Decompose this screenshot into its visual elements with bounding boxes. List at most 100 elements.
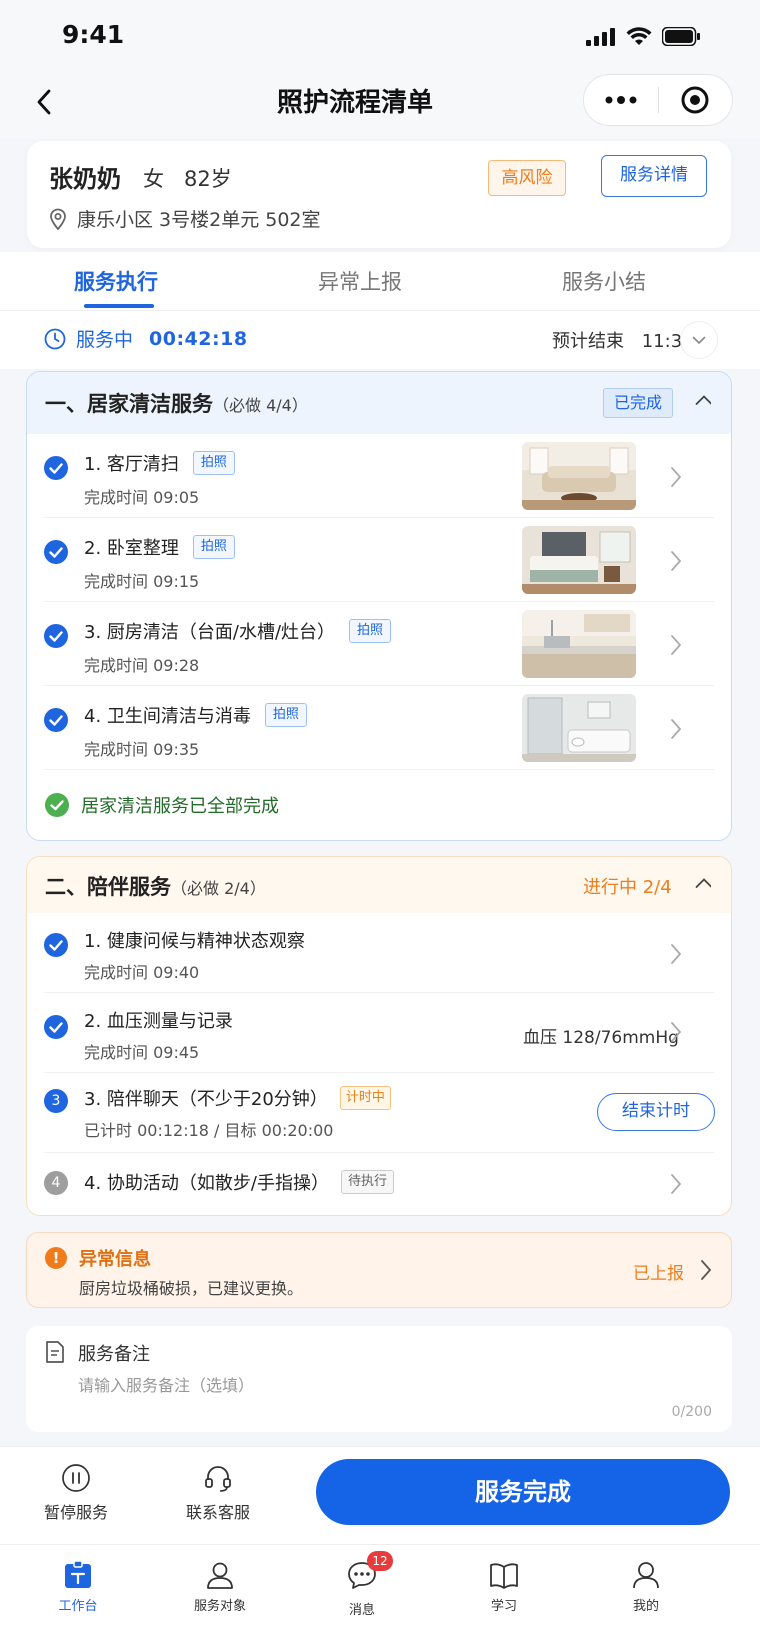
task-item-active: 3 3. 陪伴聊天（不少于20分钟） 计时中 已计时 00:12:18 / 目标… — [27, 1073, 731, 1153]
section-header[interactable]: 一、居家清洁服务（必做 4/4） 已完成 — [27, 372, 731, 434]
profile-icon — [633, 1562, 659, 1589]
photo-tag: 拍照 — [264, 703, 307, 727]
patient-info: 女 82岁 — [143, 167, 232, 191]
task-item[interactable]: 2. 卧室整理 拍照 完成时间 09:15 — [27, 518, 731, 602]
timing-tag: 计时中 — [339, 1086, 391, 1110]
living-room-photo[interactable] — [522, 442, 636, 510]
task-complete-time: 完成时间 09:05 — [84, 488, 200, 507]
pause-icon — [62, 1464, 90, 1492]
timer-status: 服务中 — [76, 329, 134, 351]
task-title: 1. 健康问候与精神状态观察 — [84, 931, 305, 952]
status-icons — [586, 27, 700, 46]
more-dots-icon — [605, 96, 637, 104]
status-time: 9:41 — [62, 20, 125, 49]
patient-name: 张奶奶 — [49, 165, 121, 193]
abnormal-info-card[interactable]: ! 异常信息 厨房垃圾桶破损，已建议更换。 已上报 — [26, 1232, 732, 1308]
pause-service-button[interactable]: 暂停服务 — [44, 1463, 108, 1523]
service-detail-button[interactable]: 服务详情 — [601, 155, 707, 197]
chevron-up-icon[interactable] — [695, 394, 711, 410]
task-title: 3. 厨房清洁（台面/水槽/灶台） — [84, 622, 336, 643]
service-complete-button[interactable]: 服务完成 — [316, 1459, 730, 1525]
eta-dropdown-button[interactable] — [680, 321, 718, 359]
task-title: 4. 卫生间清洁与消毒 — [84, 706, 251, 727]
task-item[interactable]: 2. 血压测量与记录 完成时间 09:45 血压 128/76mmHg — [27, 993, 731, 1073]
abnormal-title: 异常信息 — [79, 1249, 151, 1270]
tab-messages[interactable]: 12 消息 — [312, 1551, 412, 1618]
section-title: 二、陪伴服务（必做 2/4） — [45, 875, 266, 899]
pending-tag: 待执行 — [340, 1170, 394, 1194]
bathroom-photo[interactable] — [522, 694, 636, 762]
section-progress: 进行中 2/4 — [583, 877, 672, 898]
service-remark: 服务备注 请输入服务备注（选填） 0/200 — [26, 1326, 732, 1432]
check-icon — [44, 456, 68, 480]
task-item[interactable]: 4. 卫生间清洁与消毒 拍照 完成时间 09:35 — [27, 686, 731, 770]
section-header[interactable]: 二、陪伴服务（必做 2/4） 进行中 2/4 — [27, 857, 731, 913]
message-badge: 12 — [367, 1551, 393, 1571]
step-number: 4 — [44, 1171, 68, 1195]
task-complete-time: 完成时间 09:40 — [84, 963, 200, 982]
photo-tag: 拍照 — [349, 619, 392, 643]
address-text: 康乐小区 3号楼2单元 502室 — [77, 209, 321, 231]
remark-char-count: 0/200 — [671, 1404, 712, 1420]
task-timer-progress: 已计时 00:12:18 / 目标 00:20:00 — [84, 1121, 334, 1140]
timer-elapsed: 00:42:18 — [149, 327, 248, 350]
chevron-right-icon — [671, 1174, 682, 1194]
chevron-up-icon[interactable] — [695, 877, 711, 893]
battery-icon — [662, 27, 700, 46]
tab-profile[interactable]: 我的 — [596, 1561, 696, 1614]
tab-workbench[interactable]: 工作台 — [28, 1561, 128, 1614]
end-timing-button[interactable]: 结束计时 — [597, 1093, 715, 1131]
check-icon — [44, 540, 68, 564]
photo-tag: 拍照 — [192, 451, 235, 475]
section-title: 一、居家清洁服务（必做 4/4） — [45, 392, 308, 416]
tab-abnormal-report[interactable]: 异常上报 — [318, 266, 402, 296]
step-number: 3 — [44, 1089, 68, 1113]
task-item[interactable]: 3. 厨房清洁（台面/水槽/灶台） 拍照 完成时间 09:28 — [27, 602, 731, 686]
section-companionship: 二、陪伴服务（必做 2/4） 进行中 2/4 1. 健康问候与精神状态观察 完成… — [26, 856, 732, 1216]
headset-icon — [205, 1466, 231, 1492]
task-complete-time: 完成时间 09:35 — [84, 740, 200, 759]
eta-label: 预计结束 — [552, 331, 624, 352]
warning-icon: ! — [45, 1247, 67, 1269]
close-mini-program-button[interactable] — [659, 75, 733, 125]
task-title: 2. 卧室整理 — [84, 538, 179, 559]
target-icon — [681, 86, 709, 114]
task-title: 3. 陪伴聊天（不少于20分钟） — [84, 1089, 328, 1110]
chevron-right-icon — [671, 944, 682, 964]
abnormal-desc: 厨房垃圾桶破损，已建议更换。 — [79, 1279, 304, 1298]
eta: 预计结束 11:30 — [552, 327, 694, 353]
clock-icon — [44, 328, 66, 349]
task-item[interactable]: 4 4. 协助活动（如散步/手指操） 待执行 — [27, 1153, 731, 1215]
blood-pressure-value: 血压 128/76mmHg — [523, 1028, 679, 1048]
book-icon — [490, 1563, 518, 1589]
task-title: 4. 协助活动（如散步/手指操） — [84, 1173, 329, 1194]
mini-program-capsule — [583, 74, 733, 126]
action-bar: 暂停服务 联系客服 服务完成 — [0, 1446, 760, 1544]
tab-learning[interactable]: 学习 — [454, 1561, 554, 1614]
signal-icon — [586, 27, 615, 46]
task-item[interactable]: 1. 健康问候与精神状态观察 完成时间 09:40 — [27, 913, 731, 993]
more-button[interactable] — [584, 75, 658, 125]
contact-support-button[interactable]: 联系客服 — [186, 1463, 250, 1523]
remark-input[interactable]: 请输入服务备注（选填） — [78, 1372, 678, 1396]
active-tab-indicator — [84, 304, 154, 308]
tab-service-summary[interactable]: 服务小结 — [562, 266, 646, 296]
wifi-icon — [626, 27, 652, 45]
task-complete-time: 完成时间 09:28 — [84, 656, 200, 675]
task-complete-time: 完成时间 09:45 — [84, 1043, 200, 1062]
remark-title: 服务备注 — [78, 1344, 150, 1365]
person-icon — [207, 1562, 233, 1589]
kitchen-photo[interactable] — [522, 610, 636, 678]
tab-service-target[interactable]: 服务对象 — [170, 1561, 270, 1614]
chevron-right-icon — [671, 467, 682, 487]
workbench-icon — [65, 1561, 91, 1588]
abnormal-status: 已上报 — [633, 1264, 684, 1284]
chevron-down-icon — [692, 336, 706, 344]
check-icon — [44, 933, 68, 957]
bedroom-photo[interactable] — [522, 526, 636, 594]
task-item[interactable]: 1. 客厅清扫 拍照 完成时间 09:05 — [27, 434, 731, 518]
section-complete-note: 居家清洁服务已全部完成 — [45, 792, 279, 818]
bottom-tab-bar: 工作台 服务对象 12 消息 学习 我的 — [0, 1544, 760, 1643]
section-home-cleaning: 一、居家清洁服务（必做 4/4） 已完成 1. 客厅清扫 拍照 完成时间 09:… — [26, 371, 732, 841]
tab-service-execution[interactable]: 服务执行 — [74, 266, 158, 296]
